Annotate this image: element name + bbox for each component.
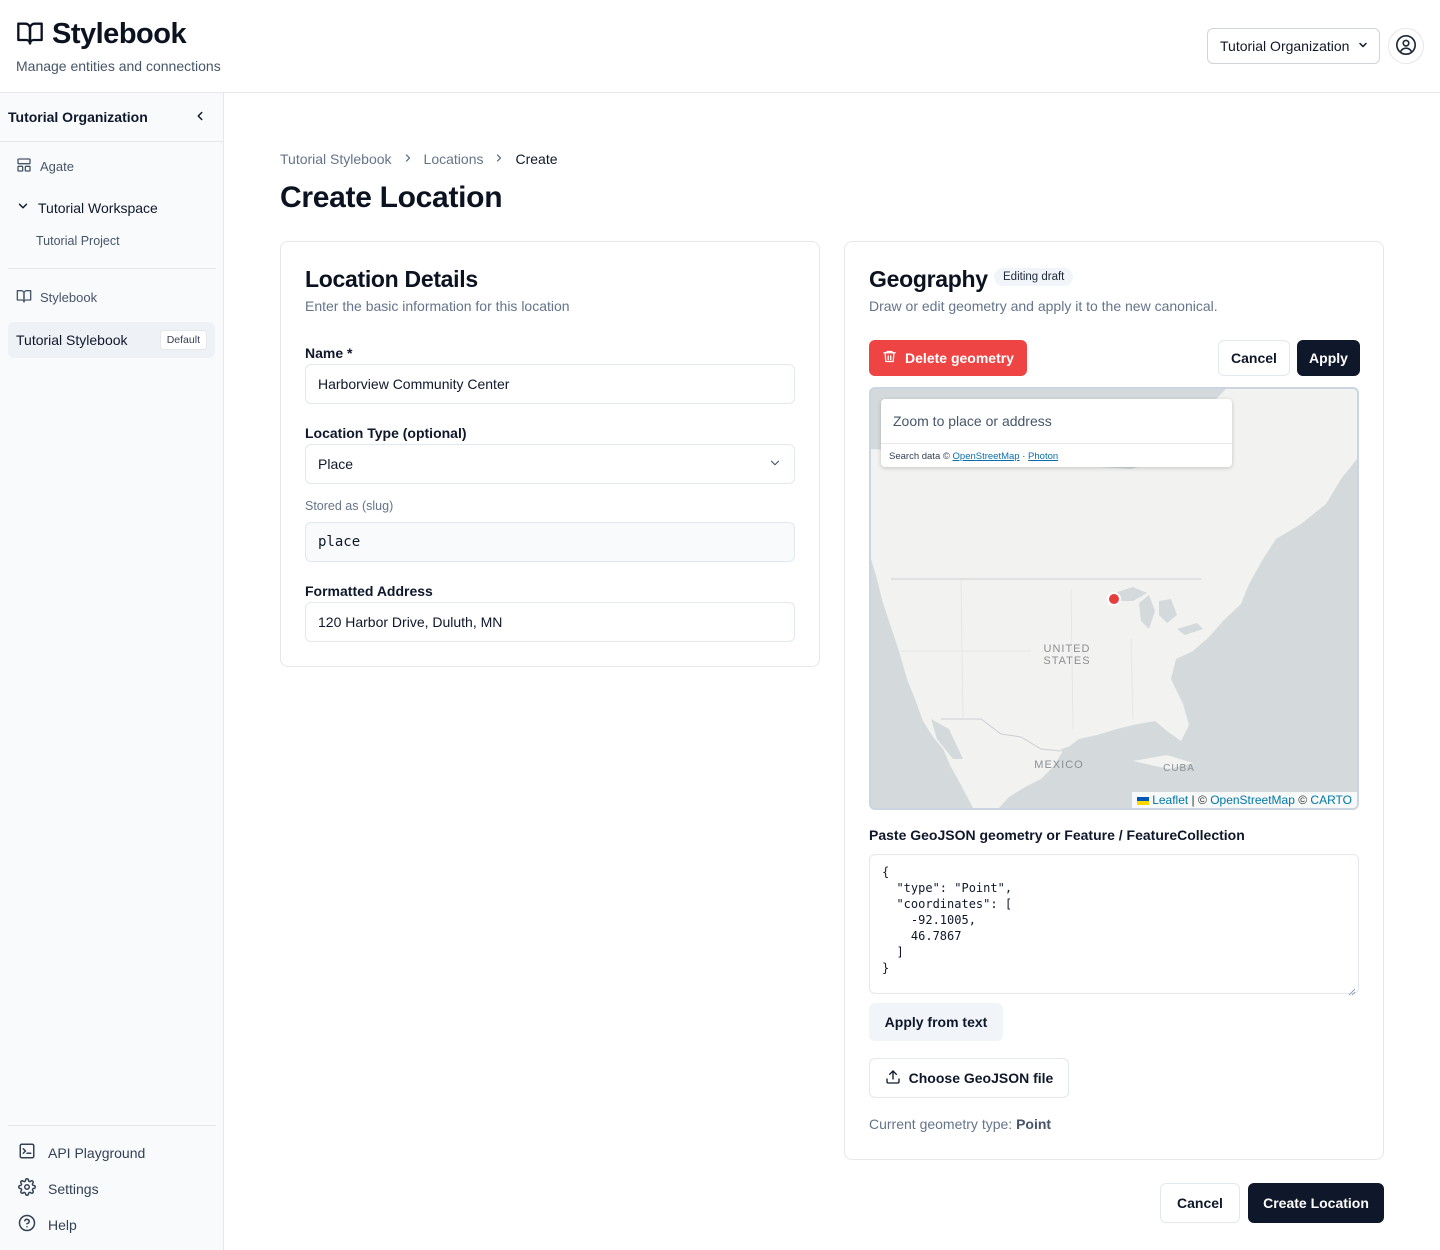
help-label: Help bbox=[48, 1216, 77, 1233]
upload-icon bbox=[885, 1069, 901, 1088]
map-attribution: Leaflet | © OpenStreetMap © CARTO bbox=[1131, 792, 1357, 808]
sidebar-item-api-playground[interactable]: API Playground bbox=[18, 1142, 145, 1163]
settings-label: Settings bbox=[48, 1180, 99, 1197]
chevron-down-icon bbox=[16, 199, 30, 216]
sidebar-item-settings[interactable]: Settings bbox=[18, 1178, 99, 1199]
choose-geojson-file-label: Choose GeoJSON file bbox=[908, 1070, 1054, 1086]
geography-title: Geography bbox=[869, 266, 988, 292]
osm-link[interactable]: OpenStreetMap bbox=[1210, 793, 1295, 807]
breadcrumb-item-locations[interactable]: Locations bbox=[424, 151, 484, 167]
geojson-textarea[interactable]: { "type": "Point", "coordinates": [ -92.… bbox=[869, 854, 1359, 994]
choose-geojson-file-button[interactable]: Choose GeoJSON file bbox=[869, 1058, 1069, 1098]
map-search-attribution: Search data © OpenStreetMap · Photon bbox=[889, 451, 1058, 462]
sidebar: Tutorial Organization Agate Tutorial Wor… bbox=[0, 93, 224, 1250]
sidebar-section-stylebook[interactable]: Stylebook bbox=[16, 288, 97, 307]
sidebar-item-workspace[interactable]: Tutorial Workspace bbox=[16, 199, 158, 216]
sidebar-item-project[interactable]: Tutorial Project bbox=[36, 234, 120, 248]
trash-icon bbox=[882, 349, 897, 367]
brand-title: Stylebook bbox=[52, 18, 187, 50]
attr-sep: | © bbox=[1188, 793, 1211, 807]
chevron-right-icon bbox=[402, 151, 414, 167]
geojson-label: Paste GeoJSON geometry or Feature / Feat… bbox=[869, 827, 1245, 843]
sidebar-divider bbox=[8, 268, 216, 269]
map-label-us-1: UNITED bbox=[1044, 643, 1091, 655]
page-title: Create Location bbox=[280, 181, 503, 214]
location-details-card: Location Details Enter the basic informa… bbox=[280, 241, 820, 667]
location-type-value: Place bbox=[318, 456, 354, 472]
sidebar-section-stylebook-label: Stylebook bbox=[40, 290, 98, 305]
top-header: Stylebook Manage entities and connection… bbox=[0, 0, 1440, 93]
location-marker[interactable] bbox=[1107, 592, 1121, 606]
map-label-us-2: STATES bbox=[1043, 655, 1090, 667]
breadcrumb: Tutorial Stylebook Locations Create bbox=[280, 151, 558, 167]
sidebar-item-help[interactable]: Help bbox=[18, 1214, 77, 1235]
default-badge: Default bbox=[159, 330, 207, 350]
api-playground-label: API Playground bbox=[48, 1144, 146, 1161]
geometry-apply-button[interactable]: Apply bbox=[1297, 340, 1360, 376]
sidebar-footer-divider bbox=[8, 1125, 216, 1126]
search-attr-prefix: Search data © bbox=[889, 451, 953, 462]
location-details-title: Location Details bbox=[305, 266, 478, 292]
brand-subtitle: Manage entities and connections bbox=[16, 58, 221, 74]
organization-select-value: Tutorial Organization bbox=[1220, 38, 1350, 54]
leaflet-link[interactable]: Leaflet bbox=[1152, 793, 1188, 807]
chevron-down-icon bbox=[1357, 38, 1369, 54]
slug-field: place bbox=[305, 522, 795, 562]
create-location-button[interactable]: Create Location bbox=[1248, 1183, 1384, 1223]
name-input[interactable]: Harborview Community Center bbox=[305, 364, 795, 404]
map-search-box: Zoom to place or address Search data © O… bbox=[881, 399, 1232, 467]
geometry-map[interactable]: UNITED STATES MEXICO CUBA Zoom to place … bbox=[869, 387, 1359, 810]
sidebar-section-agate[interactable]: Agate bbox=[16, 157, 74, 176]
cancel-button[interactable]: Cancel bbox=[1160, 1183, 1240, 1223]
user-menu-button[interactable] bbox=[1388, 28, 1424, 64]
name-label: Name * bbox=[305, 345, 353, 361]
slug-label: Stored as (slug) bbox=[305, 499, 394, 513]
chevron-down-icon bbox=[768, 456, 782, 473]
ukraine-flag-icon bbox=[1136, 796, 1149, 805]
sidebar-org-header: Tutorial Organization bbox=[0, 93, 223, 142]
carto-link[interactable]: CARTO bbox=[1310, 793, 1352, 807]
search-attr-photon-link[interactable]: Photon bbox=[1028, 451, 1058, 462]
attr-copy: © bbox=[1294, 793, 1311, 807]
book-open-icon bbox=[16, 288, 32, 307]
sidebar-workspace-label: Tutorial Workspace bbox=[38, 199, 158, 216]
apply-from-text-button[interactable]: Apply from text bbox=[869, 1003, 1003, 1041]
map-label-cuba: CUBA bbox=[1163, 763, 1195, 774]
breadcrumb-item-stylebook[interactable]: Tutorial Stylebook bbox=[280, 151, 392, 167]
sidebar-section-agate-label: Agate bbox=[40, 159, 74, 174]
layout-icon bbox=[16, 157, 32, 176]
map-search-input[interactable]: Zoom to place or address bbox=[881, 399, 1232, 444]
map-label-mexico: MEXICO bbox=[1034, 759, 1083, 771]
search-attr-sep: · bbox=[1019, 451, 1029, 462]
editing-status-badge: Editing draft bbox=[994, 268, 1074, 286]
user-circle-icon bbox=[1395, 34, 1417, 59]
geography-subtitle: Draw or edit geometry and apply it to th… bbox=[869, 298, 1218, 314]
geometry-type-prefix: Current geometry type: bbox=[869, 1116, 1017, 1132]
delete-geometry-button[interactable]: Delete geometry bbox=[869, 340, 1027, 376]
sidebar-org-label: Tutorial Organization bbox=[8, 109, 148, 125]
gear-icon bbox=[18, 1178, 36, 1199]
sidebar-stylebook-label: Tutorial Stylebook bbox=[16, 332, 128, 348]
book-icon bbox=[16, 19, 44, 50]
breadcrumb-item-current: Create bbox=[515, 151, 558, 167]
address-label: Formatted Address bbox=[305, 583, 433, 599]
terminal-icon bbox=[18, 1142, 36, 1163]
chevron-right-icon bbox=[493, 151, 505, 167]
help-circle-icon bbox=[18, 1214, 36, 1235]
location-type-label: Location Type (optional) bbox=[305, 425, 467, 441]
address-input[interactable]: 120 Harbor Drive, Duluth, MN bbox=[305, 602, 795, 642]
search-attr-osm-link[interactable]: OpenStreetMap bbox=[953, 451, 1020, 462]
organization-select[interactable]: Tutorial Organization bbox=[1207, 28, 1380, 64]
current-geometry-type: Current geometry type: Point bbox=[869, 1116, 1051, 1132]
location-details-subtitle: Enter the basic information for this loc… bbox=[305, 298, 570, 314]
brand: Stylebook bbox=[16, 18, 187, 51]
sidebar-item-tutorial-stylebook[interactable]: Tutorial Stylebook Default bbox=[8, 322, 215, 358]
resize-handle-icon[interactable] bbox=[1348, 983, 1356, 999]
collapse-sidebar-icon[interactable] bbox=[193, 109, 207, 126]
delete-geometry-label: Delete geometry bbox=[905, 350, 1014, 366]
geometry-cancel-button[interactable]: Cancel bbox=[1218, 340, 1290, 376]
geometry-type-value: Point bbox=[1016, 1116, 1052, 1132]
location-type-select[interactable]: Place bbox=[305, 444, 795, 484]
